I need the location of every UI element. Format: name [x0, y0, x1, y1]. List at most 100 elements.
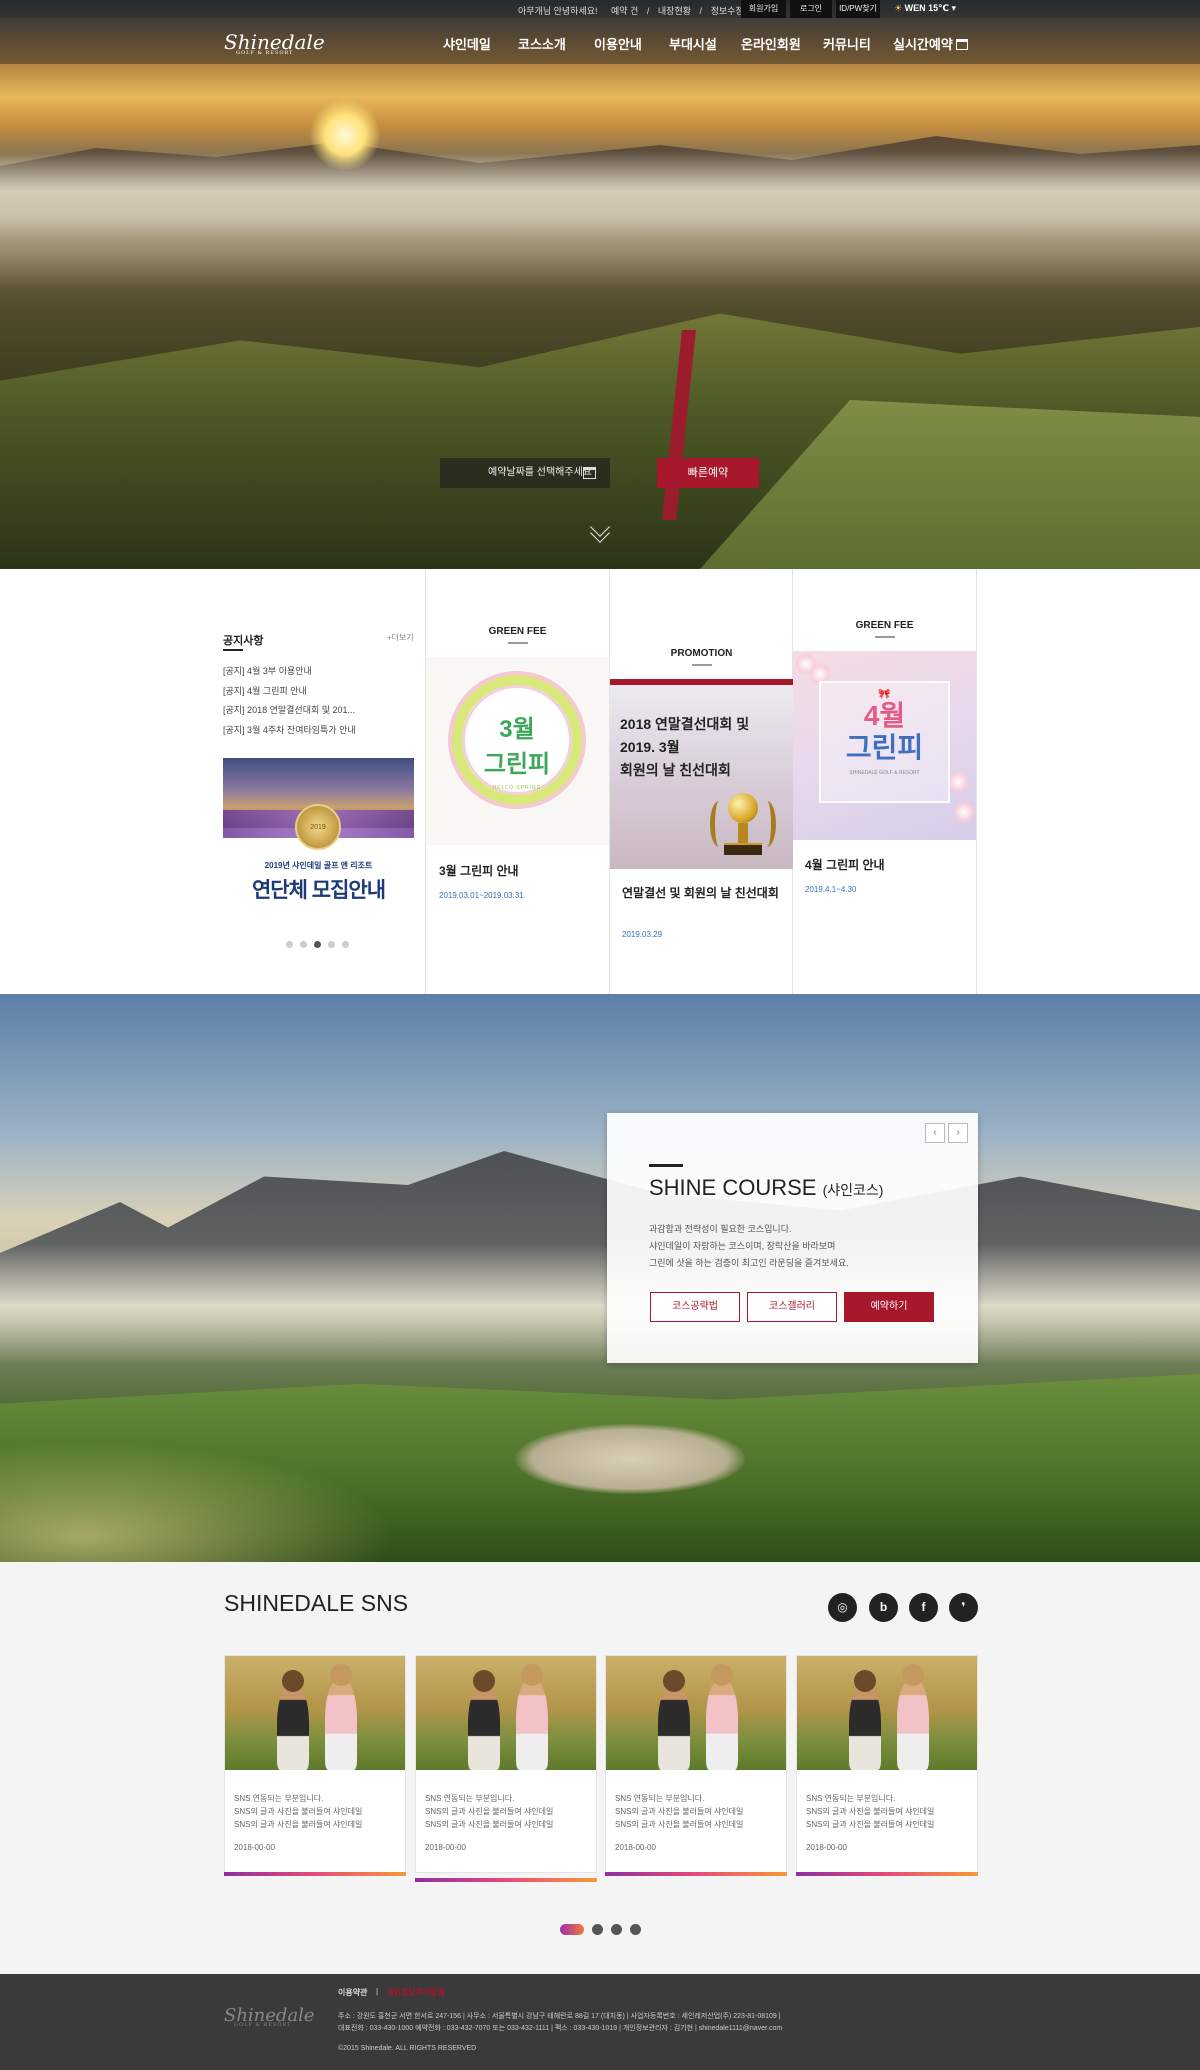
course-strategy-button[interactable]: 코스공략법 [650, 1292, 740, 1322]
prev-arrow-icon[interactable]: ‹ [925, 1123, 945, 1143]
calendar-icon [583, 467, 596, 479]
terms-link[interactable]: 이용약관 [338, 1987, 367, 1998]
top-utility-bar: 아무개님 안녕하세요! 예약 건 / 내장현황 / 정보수정 회원가입 로그인 … [0, 0, 1200, 18]
card-category: GREEN FEE [793, 620, 976, 638]
flower-wreath: 3월 그린피 HELLO SPRING [452, 675, 582, 805]
card-date: 2019.03.01~2019.03.31 [439, 891, 524, 900]
hero-fog [0, 150, 1200, 290]
footer-address: 주소 : 강원도 홍천군 서면 한서로 247-156 | 사무소 : 서울특별… [338, 2013, 781, 2020]
footer [0, 1974, 1200, 2070]
next-arrow-icon[interactable]: › [948, 1123, 968, 1143]
blossom-decoration [953, 801, 975, 823]
footer-copyright: ©2015 Shinedale. ALL RIGHTS RESERVED [338, 2045, 477, 2052]
menu-facilities[interactable]: 부대시설 [669, 34, 717, 53]
sns-card-accent [224, 1872, 406, 1876]
divider [976, 569, 977, 994]
weather-widget[interactable]: ☀ WEN 15℃ ▾ [894, 3, 956, 14]
notice-title: 공지사항 [223, 632, 263, 651]
pagination-dot[interactable] [300, 941, 307, 948]
menu-label: 실시간예약 [893, 37, 953, 52]
top-link-status[interactable]: 내장현황 [658, 6, 691, 16]
course-bunker [515, 1424, 745, 1494]
sns-pagination [560, 1921, 649, 1939]
menu-guide[interactable]: 이용안내 [594, 34, 642, 53]
instagram-icon[interactable]: ◎ [828, 1593, 857, 1622]
pagination-dot[interactable] [328, 941, 335, 948]
menu-shinedale[interactable]: 샤인데일 [443, 34, 491, 53]
course-title-main: SHINE COURSE [649, 1175, 817, 1200]
pagination-dot[interactable] [286, 941, 293, 948]
date-select-input[interactable]: 예약날짜를 선택해주세요 [440, 458, 610, 488]
pagination-dot-active[interactable] [560, 1924, 584, 1936]
notice-item[interactable]: [공지] 3월 4주차 잔여타임특가 안내 [223, 723, 413, 736]
course-reserve-button[interactable]: 예약하기 [844, 1292, 934, 1322]
sns-post-date: 2018-00-00 [425, 1843, 466, 1852]
find-id-pw-button[interactable]: ID/PW찾기 [836, 0, 880, 18]
menu-community[interactable]: 커뮤니티 [823, 34, 871, 53]
pagination-dot[interactable] [630, 1924, 641, 1936]
sns-photo [606, 1656, 786, 1770]
separator: / [699, 6, 703, 16]
desc-line: 과감함과 전략성이 필요한 코스입니다. [649, 1224, 792, 1234]
pagination-dot[interactable] [342, 941, 349, 948]
kakao-story-icon[interactable]: ❜ [949, 1593, 978, 1622]
sns-post-date: 2018-00-00 [806, 1843, 847, 1852]
calendar-icon [956, 39, 969, 50]
desc-line: 샤인데일이 자랑하는 코스이며, 장락산을 바라보며 [649, 1241, 836, 1251]
greenfee-frame: 🎀 4월 그린피 SHINEDALE GOLF & RESORT [819, 681, 950, 803]
privacy-policy-link[interactable]: 개인정보처리방침 [386, 1987, 445, 1998]
sns-post-card[interactable]: SNS 연동되는 부분입니다. SNS의 글과 사진을 불러들여 샤인데일 SNS의… [224, 1655, 406, 1876]
weather-text: WEN 15℃ [904, 3, 950, 13]
naver-blog-icon[interactable]: b [869, 1593, 898, 1622]
banner-subtitle: 2019년 샤인데일 골프 앤 리조트 [264, 861, 373, 870]
menu-online-member[interactable]: 온라인회원 [741, 34, 801, 53]
promo-text: 2018 연말결선대회 및 2019. 3월 회원의 날 친선대회 [620, 713, 749, 782]
group-recruit-banner[interactable]: 2019 2019년 샤인데일 골프 앤 리조트 연단체 모집안내 [223, 758, 414, 908]
login-button[interactable]: 로그인 [790, 0, 832, 18]
blossom-decoration [947, 771, 969, 793]
quick-reservation-button[interactable]: 빠른예약 [657, 458, 759, 488]
sns-post-date: 2018-00-00 [615, 1843, 656, 1852]
pagination-dot[interactable] [592, 1924, 603, 1936]
top-link-edit-info[interactable]: 정보수정 [711, 6, 744, 16]
menu-course[interactable]: 코스소개 [518, 34, 566, 53]
course-gallery-button[interactable]: 코스갤러리 [747, 1292, 837, 1322]
chevron-down-icon: ▾ [951, 3, 957, 13]
sns-post-date: 2018-00-00 [234, 1843, 275, 1852]
signup-button[interactable]: 회원가입 [741, 0, 786, 18]
pagination-dot-active[interactable] [314, 941, 321, 948]
card-date: 2019.4.1~4.30 [805, 885, 857, 894]
sns-post-card[interactable]: SNS 연동되는 부분입니다. SNS의 글과 사진을 불러들여 샤인데일 SNS의… [796, 1655, 978, 1876]
card-title[interactable]: 3월 그린피 안내 [439, 862, 519, 880]
sns-card-accent [605, 1872, 787, 1876]
menu-realtime-reservation[interactable]: 실시간예약 [893, 34, 969, 53]
notice-item[interactable]: [공지] 4월 그린피 안내 [223, 684, 413, 697]
site-logo[interactable]: Shinedale GOLF & RESORT [224, 30, 325, 56]
card-image-promotion[interactable]: 2018 연말결선대회 및 2019. 3월 회원의 날 친선대회 [610, 679, 793, 869]
top-link-reservation[interactable]: 예약 건 [611, 6, 638, 16]
course-section [0, 994, 1200, 1562]
pagination-dot[interactable] [611, 1924, 622, 1936]
card-category: PROMOTION [610, 648, 793, 666]
facebook-icon[interactable]: f [909, 1593, 938, 1622]
notice-more-link[interactable]: +더보기 [387, 632, 414, 643]
card-image-march-greenfee[interactable]: 3월 그린피 HELLO SPRING [426, 657, 609, 845]
notice-item[interactable]: [공지] 2018 연말결선대회 및 201... [223, 703, 413, 716]
course-sunlight [0, 1434, 420, 1562]
sns-post-text: SNS 연동되는 부분입니다. SNS의 글과 사진을 불러들여 샤인데일 SNS의… [234, 1794, 363, 1829]
sns-post-card[interactable]: SNS 연동되는 부분입니다. SNS의 글과 사진을 불러들여 샤인데일 SNS의… [605, 1655, 787, 1876]
promo-line: 2018 연말결선대회 및 [620, 716, 750, 732]
card-image-april-greenfee[interactable]: 🎀 4월 그린피 SHINEDALE GOLF & RESORT [793, 651, 976, 840]
course-title: SHINE COURSE (샤인코스) [649, 1175, 883, 1201]
sns-title: SHINEDALE SNS [224, 1590, 409, 1616]
notice-pagination [286, 935, 356, 948]
sns-card-accent [415, 1878, 597, 1882]
course-fog [0, 1244, 1200, 1364]
footer-logo[interactable]: Shinedale GOLF & RESORT [224, 2005, 315, 2028]
notice-item[interactable]: [공지] 4월 3부 이용안내 [223, 664, 413, 677]
sns-post-card[interactable]: SNS 연동되는 부분입니다. SNS의 글과 사진을 불러들여 샤인데일 SNS의… [415, 1655, 597, 1882]
card-title[interactable]: 4월 그린피 안내 [805, 856, 885, 874]
card-title[interactable]: 연말결선 및 회원의 날 친선대회 [622, 884, 782, 902]
scroll-down-icon[interactable] [585, 517, 615, 544]
course-info-panel: ‹ › SHINE COURSE (샤인코스) 과감함과 전략성이 필요한 코스… [607, 1113, 978, 1363]
